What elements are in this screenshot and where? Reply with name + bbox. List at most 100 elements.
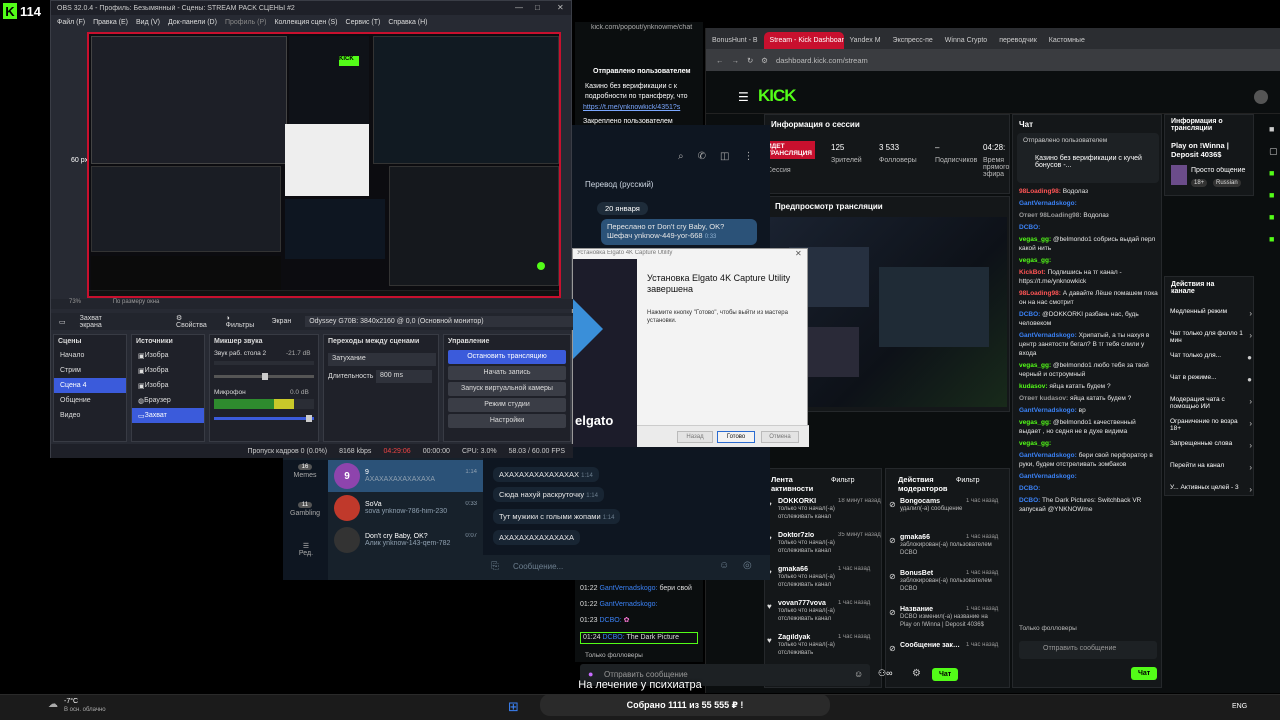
minimize-icon[interactable]: — bbox=[515, 3, 523, 12]
avatar[interactable] bbox=[1254, 90, 1268, 104]
call-icon[interactable]: ✆ bbox=[698, 151, 706, 162]
attach-icon[interactable]: ⎘ bbox=[491, 561, 499, 572]
forwarded-message[interactable]: Переслано от Don't cry Baby, OK? Шефач y… bbox=[601, 219, 757, 245]
studio-mode-button[interactable]: Режим студии bbox=[448, 398, 566, 412]
more-icon[interactable]: ⋮ bbox=[743, 151, 753, 162]
chat-username[interactable]: DCBO: bbox=[1019, 311, 1040, 318]
tab-express[interactable]: Экспресс-пе bbox=[887, 32, 939, 49]
chat-username[interactable]: 98Loading98: bbox=[1019, 188, 1061, 195]
start-recording-button[interactable]: Начать запись bbox=[448, 366, 566, 380]
folder-edit[interactable]: ☰ Ред. bbox=[293, 542, 319, 557]
menu-icon[interactable]: ☰ bbox=[738, 90, 749, 104]
popout-settings-icon[interactable]: ⚙ bbox=[912, 668, 921, 679]
forward-icon[interactable]: → bbox=[732, 56, 740, 65]
chat-list-item[interactable]: Don't cry Baby, OK? 0:07 Алик ynknow-143-q… bbox=[328, 524, 483, 556]
back-button[interactable]: Назад bbox=[677, 431, 713, 443]
chat-username[interactable]: DCBO: bbox=[1019, 497, 1040, 504]
mod-user[interactable]: BonusBet bbox=[900, 570, 964, 577]
site-info-icon[interactable]: ⚙ bbox=[761, 56, 768, 65]
channel-action-item[interactable]: Запрещенные слова › bbox=[1166, 438, 1254, 460]
screen-select[interactable]: Odyssey G70B: 3840x2160 @ 0,0 (Основной … bbox=[305, 316, 573, 327]
rail-icon[interactable]: ■ bbox=[1269, 184, 1280, 206]
sidebar-icon[interactable]: ◫ bbox=[720, 151, 729, 162]
transition-select[interactable]: Затухание bbox=[328, 353, 436, 366]
search-icon[interactable]: ⌕ bbox=[678, 151, 684, 162]
emote-picker-icon[interactable]: ● bbox=[588, 669, 593, 679]
scene-item-selected[interactable]: Сцена 4 bbox=[54, 378, 126, 393]
kick-logo[interactable]: KICK bbox=[758, 86, 797, 106]
channel-action-item[interactable]: Чат только для... ● bbox=[1166, 350, 1254, 372]
source-item[interactable]: ▣ Изобра bbox=[132, 378, 204, 393]
message-bubble[interactable]: АХАХАХАХАХАХАХАХ 1:14 bbox=[493, 467, 599, 482]
chat-username[interactable]: 98Loading98: bbox=[1019, 290, 1061, 297]
source-item-selected[interactable]: ▭ Захват bbox=[132, 408, 204, 423]
rail-icon[interactable]: ■ bbox=[1269, 206, 1280, 228]
chat-username[interactable]: KickBot: bbox=[1019, 269, 1046, 276]
channel-action-item[interactable]: Ограничение по возра 18+ › bbox=[1166, 416, 1254, 438]
message-bubble[interactable]: АХАХАХАХАХАХАХА bbox=[493, 530, 581, 545]
source-item[interactable]: ◍ Браузер bbox=[132, 393, 204, 408]
mod-filter-button[interactable]: Фильтр bbox=[956, 477, 980, 484]
tab-winna[interactable]: Winna Crypto bbox=[939, 32, 993, 49]
close-icon[interactable]: ✕ bbox=[557, 3, 564, 12]
emoji-icon[interactable]: ☺ bbox=[854, 669, 863, 679]
message-bubble[interactable]: Тут мужики с голыми жопами 1:14 bbox=[493, 509, 621, 524]
activity-user[interactable]: vovan777vova bbox=[778, 600, 838, 607]
cancel-button[interactable]: Отмена bbox=[761, 431, 799, 443]
chat-username[interactable]: vegas_gg: bbox=[1019, 257, 1051, 264]
rail-icon[interactable]: ▢ bbox=[1269, 140, 1280, 162]
reload-icon[interactable]: ↻ bbox=[747, 56, 753, 65]
activity-user[interactable]: Doktor7zlo bbox=[778, 532, 838, 539]
menu-view[interactable]: Вид (V) bbox=[136, 19, 160, 26]
obs-preview-canvas[interactable]: KICK bbox=[87, 32, 561, 298]
tab-translator[interactable]: переводчик bbox=[993, 32, 1043, 49]
language-indicator[interactable]: ENG bbox=[1232, 703, 1247, 710]
menu-help[interactable]: Справка (H) bbox=[388, 19, 427, 26]
chat-username[interactable]: vegas_gg: bbox=[1019, 440, 1051, 447]
tab-custom[interactable]: Кастомные bbox=[1043, 32, 1091, 49]
finish-button[interactable]: Готово bbox=[717, 431, 755, 443]
chat-username[interactable]: GantVernadskogo: bbox=[1019, 473, 1077, 480]
activity-filter-button[interactable]: Фильтр bbox=[831, 477, 855, 484]
properties-button[interactable]: ⚙ Свойства bbox=[176, 314, 212, 329]
duration-input[interactable]: 800 ms bbox=[376, 370, 432, 383]
translate-bar[interactable]: Перевод (русский) bbox=[585, 180, 653, 189]
mixer-channel-2-slider[interactable] bbox=[214, 415, 314, 422]
folder-gambling[interactable]: 11 Gambling bbox=[289, 502, 321, 517]
chat-username[interactable]: vegas_gg: bbox=[1019, 236, 1051, 243]
zoom-value[interactable]: 73% bbox=[69, 299, 81, 305]
mod-user[interactable]: Сообщение закреплено bbox=[900, 642, 964, 649]
chat-username[interactable]: Ответ kudasov: bbox=[1019, 395, 1068, 402]
chat-username[interactable]: GantVernadskogo: bbox=[1019, 407, 1077, 414]
channel-action-item[interactable]: Модерация чата с помощью ИИ › bbox=[1166, 394, 1254, 416]
chat-list-item[interactable]: SoVa 0:33 sova ynknow-786-him-230 bbox=[328, 492, 483, 524]
start-virtual-camera-button[interactable]: Запуск виртуальной камеры bbox=[448, 382, 566, 396]
chat-username[interactable]: DCBO: bbox=[1019, 485, 1040, 492]
channel-action-item[interactable]: Перейти на канал › bbox=[1166, 460, 1254, 482]
activity-user[interactable]: DOKKORKI bbox=[778, 498, 838, 505]
back-icon[interactable]: ← bbox=[716, 56, 724, 65]
channel-action-item[interactable]: Чат только для фолло 1 мин › bbox=[1166, 328, 1254, 350]
tab-kick-dashboard[interactable]: Stream - Kick Dashboard bbox=[763, 32, 844, 49]
scene-item[interactable]: Стрим bbox=[54, 363, 126, 378]
chat-username[interactable]: vegas_gg: bbox=[1019, 419, 1051, 426]
menu-scene-collection[interactable]: Коллекция сцен (S) bbox=[274, 19, 337, 26]
mod-user[interactable]: Название bbox=[900, 606, 964, 613]
source-item[interactable]: ▣ Изобра bbox=[132, 348, 204, 363]
settings-button[interactable]: Настройки bbox=[448, 414, 566, 428]
menu-docks[interactable]: Док-панели (D) bbox=[168, 19, 217, 26]
folder-memes[interactable]: 16 Memes bbox=[291, 464, 319, 479]
channel-action-item[interactable]: Медленный режим › bbox=[1166, 306, 1254, 328]
rail-icon[interactable]: ■ bbox=[1269, 162, 1280, 184]
chat-username[interactable]: vegas_gg: bbox=[1019, 362, 1051, 369]
fit-mode[interactable]: По размеру окна bbox=[113, 299, 160, 305]
emoji-icon[interactable]: ☺ bbox=[719, 560, 729, 571]
stop-stream-button[interactable]: Остановить трансляцию bbox=[448, 350, 566, 364]
popout-chat-tools-icon[interactable]: ⚇∞ bbox=[878, 668, 892, 679]
rail-icon[interactable]: ■ bbox=[1269, 228, 1280, 250]
address-bar[interactable]: ← → ↻ ⚙ dashboard.kick.com/stream bbox=[706, 49, 1280, 71]
channel-action-item[interactable]: У... Активных целей - 3 › bbox=[1166, 482, 1254, 504]
chat-username[interactable]: Ответ 98Loading98: bbox=[1019, 212, 1082, 219]
maximize-icon[interactable]: □ bbox=[535, 3, 540, 12]
menu-tools[interactable]: Сервис (T) bbox=[346, 19, 381, 26]
